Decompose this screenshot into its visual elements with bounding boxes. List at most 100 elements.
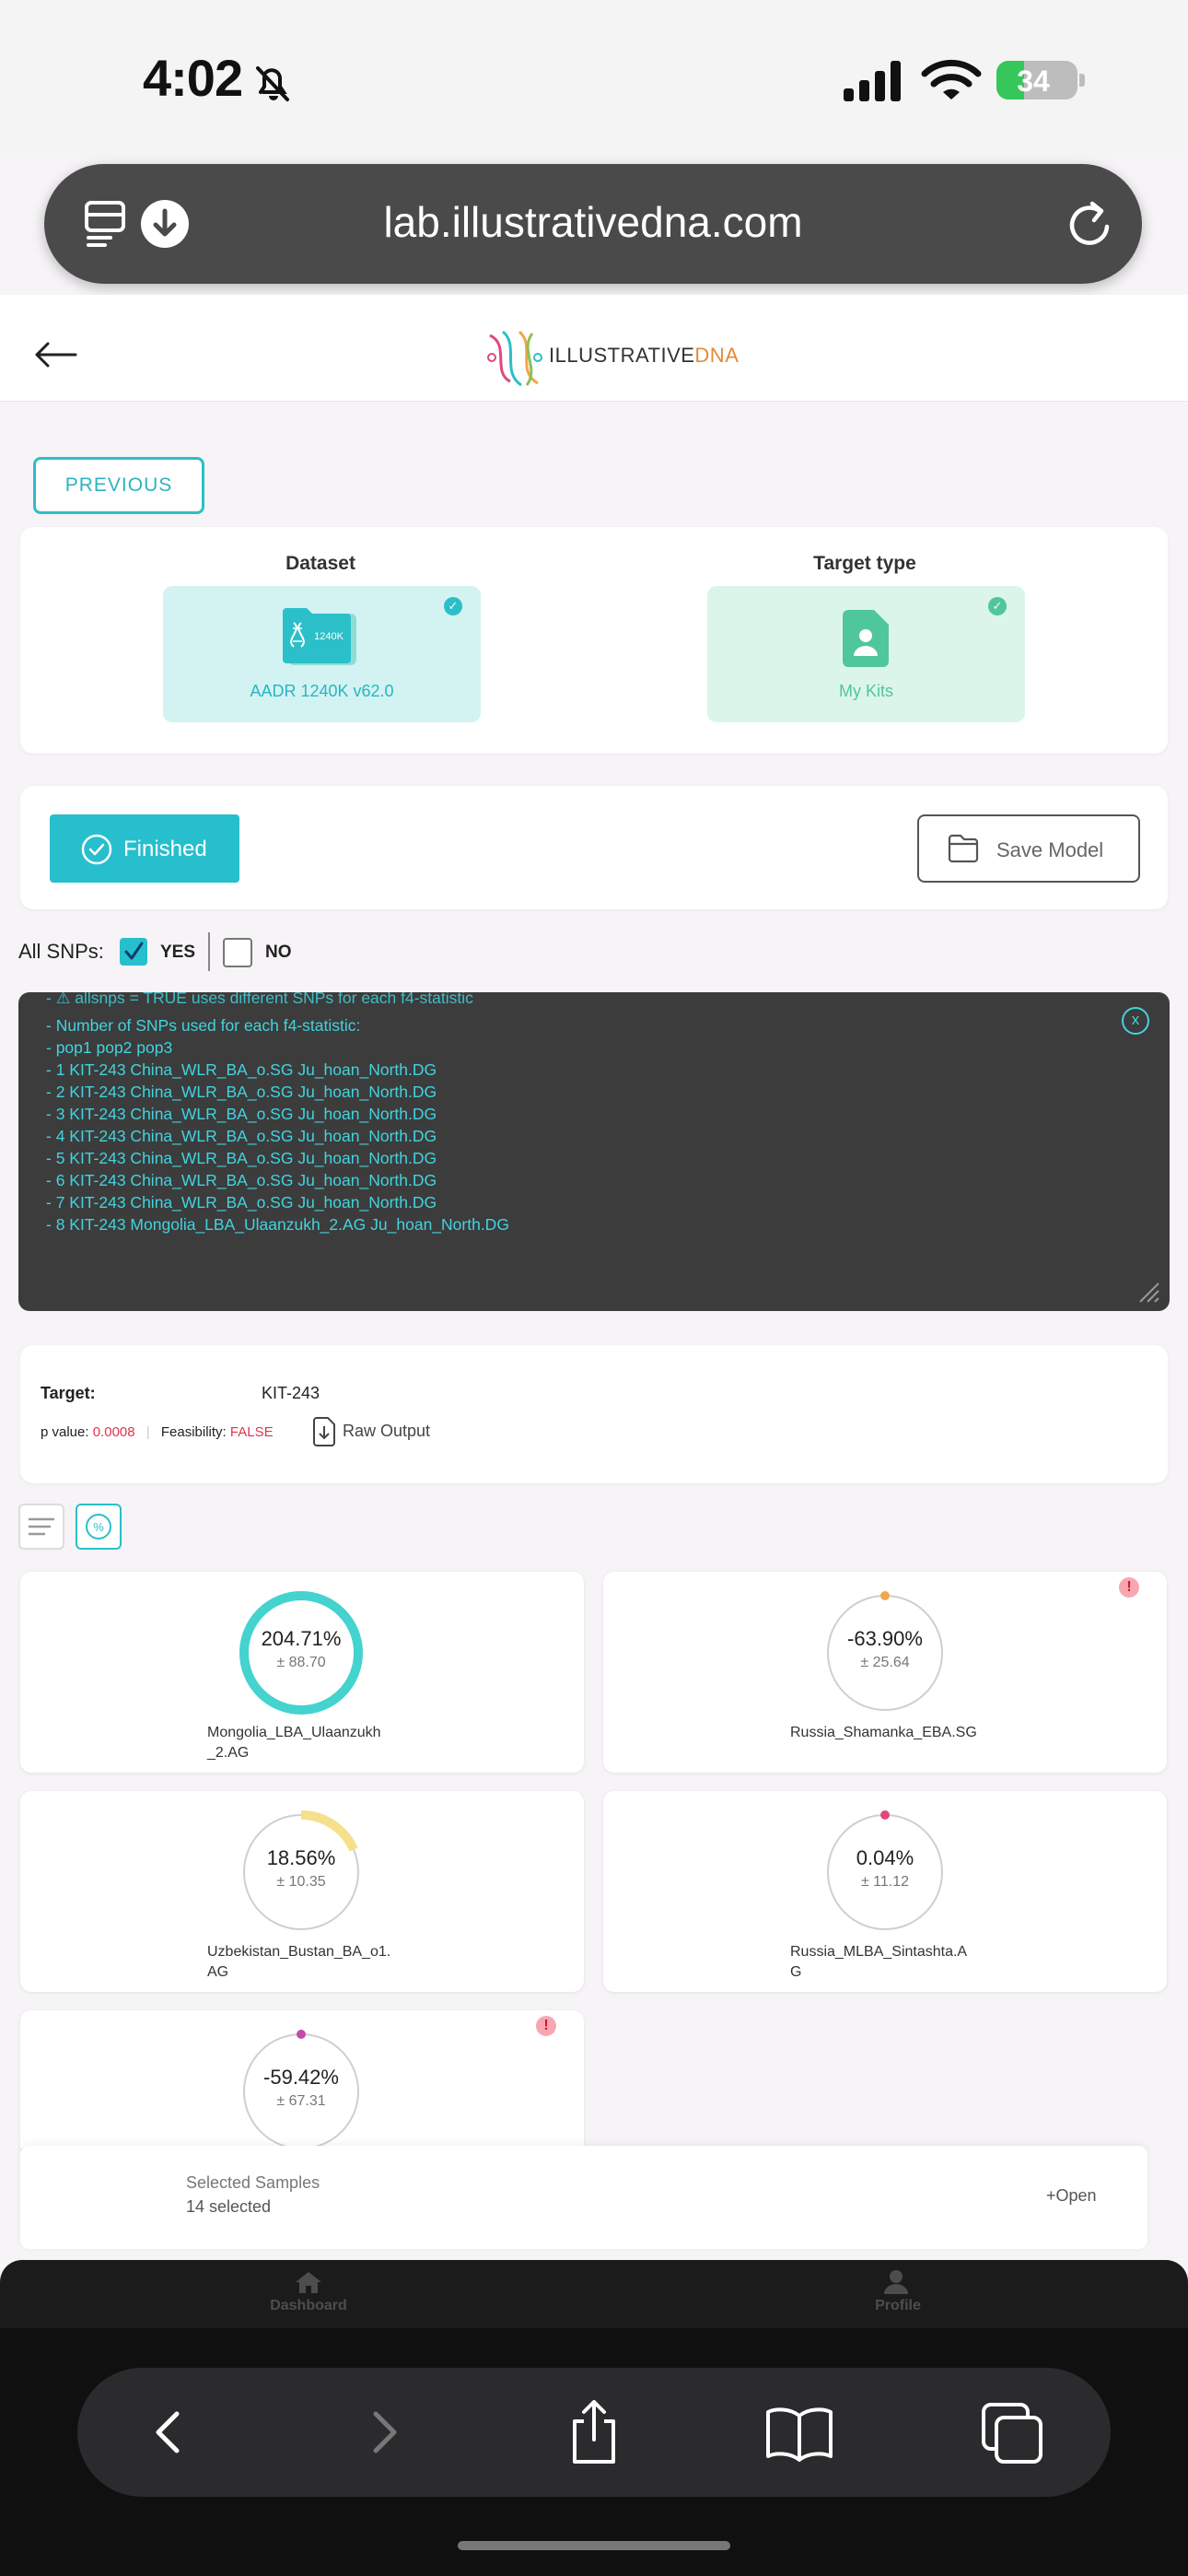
population-card[interactable]: ! -63.90% ± 25.64 Russia_Shamanka_EBA.SG	[603, 1572, 1167, 1773]
logo-text: ILLUSTRATIVEDNA	[549, 344, 739, 368]
check-icon: ✓	[988, 597, 1007, 615]
forward-chevron-icon[interactable]	[355, 2405, 411, 2460]
nav-profile[interactable]: Profile	[838, 2269, 958, 2314]
log-line: - 7 KIT-243 China_WLR_BA_o.SG Ju_hoan_No…	[46, 1193, 437, 1212]
population-name: Uzbekistan_Bustan_BA_o1. AG	[207, 1942, 428, 1983]
snps-no-checkbox[interactable]	[223, 938, 252, 967]
population-card[interactable]: ! -59.42% ± 67.31	[20, 2010, 584, 2149]
population-card[interactable]: 204.71% ± 88.70 Mongolia_LBA_Ulaanzukh _…	[20, 1572, 584, 1773]
back-chevron-icon[interactable]	[142, 2405, 197, 2460]
nav-dashboard[interactable]: Dashboard	[249, 2269, 368, 2314]
ring-track	[827, 1814, 943, 1930]
url-text[interactable]: lab.illustrativedna.com	[44, 197, 1142, 247]
nav-profile-label: Profile	[875, 2298, 921, 2313]
proportion-ring	[239, 1591, 363, 1715]
target-label: Target:	[41, 1384, 96, 1402]
list-icon	[29, 1517, 54, 1536]
log-line: - 2 KIT-243 China_WLR_BA_o.SG Ju_hoan_No…	[46, 1083, 437, 1101]
proportion-value: 0.04%	[856, 1846, 914, 1869]
clock: 4:02	[143, 49, 243, 107]
close-console-button[interactable]: x	[1122, 1007, 1149, 1035]
dataset-option[interactable]: ✓ 1240K AADR 1240K v62.0	[163, 586, 481, 722]
home-icon	[296, 2272, 321, 2293]
save-model-button[interactable]: Save Model	[917, 814, 1140, 883]
population-name: Russia_MLBA_Sintashta.A G	[790, 1942, 1011, 1983]
log-line: - 5 KIT-243 China_WLR_BA_o.SG Ju_hoan_No…	[46, 1149, 437, 1167]
population-name-line: _2.AG	[207, 1745, 250, 1761]
previous-button[interactable]: PREVIOUS	[33, 457, 204, 514]
snps-yes-checkbox[interactable]	[120, 938, 147, 966]
bookmarks-icon[interactable]	[764, 2405, 834, 2462]
population-name-line: G	[790, 1964, 802, 1980]
folder-icon-text: 1240K	[314, 631, 344, 642]
status-bar: 4:02 34	[0, 0, 1188, 157]
wifi-icon	[921, 59, 982, 100]
tabs-icon[interactable]	[980, 2401, 1046, 2465]
ring-track	[827, 1595, 943, 1711]
proportion-error: ± 25.64	[860, 1655, 910, 1670]
warning-icon: !	[536, 2016, 556, 2036]
result-card: Target: KIT-243 p value: 0.0008 | Feasib…	[20, 1345, 1168, 1483]
reload-icon[interactable]	[1065, 197, 1116, 251]
ring-fill	[300, 1810, 358, 1852]
warning-icon: !	[1119, 1577, 1139, 1598]
population-card[interactable]: 18.56% ± 10.35 Uzbekistan_Bustan_BA_o1. …	[20, 1791, 584, 1992]
log-line: - 3 KIT-243 China_WLR_BA_o.SG Ju_hoan_No…	[46, 1105, 437, 1123]
ring-fill	[239, 1591, 363, 1715]
save-model-label: Save Model	[996, 838, 1104, 861]
console-output[interactable]: x - ⚠ allsnps = TRUE uses different SNPs…	[18, 992, 1170, 1311]
logo-accent-text: DNA	[694, 344, 740, 367]
raw-output-button[interactable]: Raw Output	[311, 1417, 430, 1446]
p-value-label: p value:	[41, 1424, 89, 1440]
back-arrow-icon[interactable]	[33, 341, 79, 369]
proportion-ring	[243, 1810, 359, 1930]
divider	[208, 932, 210, 971]
home-indicator	[458, 2541, 730, 2550]
population-card[interactable]: 0.04% ± 11.12 Russia_MLBA_Sintashta.A G	[603, 1791, 1167, 1992]
p-value-row: p value: 0.0008 | Feasibility: FALSE	[41, 1424, 274, 1440]
log-line: - 1 KIT-243 China_WLR_BA_o.SG Ju_hoan_No…	[46, 1060, 437, 1079]
logo-main-text: ILLUSTRATIVE	[549, 344, 695, 367]
snps-yes-label: YES	[160, 943, 196, 962]
bottom-nav: Dashboard Profile	[0, 2260, 1188, 2328]
app-header: ILLUSTRATIVEDNA	[0, 295, 1188, 402]
selected-samples-count: 14 selected	[186, 2197, 272, 2216]
user-file-icon	[843, 610, 889, 667]
percent-view-toggle[interactable]: %	[76, 1504, 122, 1550]
cellular-signal-icon	[844, 61, 901, 101]
proportion-error: ± 67.31	[276, 2093, 326, 2109]
all-snps-label: All SNPs:	[18, 940, 104, 963]
population-name-line: Russia_MLBA_Sintashta.A	[790, 1944, 968, 1960]
log-line: - pop1 pop2 pop3	[46, 1038, 173, 1057]
address-bar[interactable]: lab.illustrativedna.com	[44, 164, 1142, 284]
proportion-ring	[243, 2030, 359, 2149]
resize-handle-icon[interactable]	[1136, 1280, 1160, 1304]
download-file-icon	[313, 1417, 335, 1446]
population-name: Russia_Shamanka_EBA.SG	[790, 1723, 1011, 1743]
proportion-error: ± 88.70	[276, 1655, 326, 1670]
browser-toolbar-pill	[77, 2368, 1111, 2497]
check-circle-icon	[81, 834, 112, 865]
share-icon[interactable]	[562, 2397, 626, 2467]
battery-cap	[1079, 74, 1085, 87]
percent-icon-text: %	[93, 1520, 104, 1534]
folder-dna-icon: 1240K	[283, 608, 356, 665]
proportion-ring	[827, 1591, 943, 1711]
log-line: - 6 KIT-243 China_WLR_BA_o.SG Ju_hoan_No…	[46, 1171, 437, 1189]
finished-button[interactable]: Finished	[50, 814, 239, 883]
user-icon	[884, 2270, 908, 2294]
logo-icon	[487, 330, 542, 387]
open-samples-button[interactable]: +Open	[1046, 2186, 1097, 2206]
raw-output-label: Raw Output	[343, 1421, 431, 1440]
ring-marker	[880, 1591, 890, 1600]
checkmark-icon	[124, 942, 144, 960]
log-line: - ⚠ allsnps = TRUE uses different SNPs f…	[46, 992, 473, 1007]
target-type-option[interactable]: ✓ My Kits	[707, 586, 1025, 722]
percent-circle-icon: %	[86, 1514, 111, 1540]
population-name-line: Uzbekistan_Bustan_BA_o1.	[207, 1944, 391, 1960]
proportion-value: -59.42%	[263, 2066, 339, 2089]
list-view-toggle[interactable]	[18, 1504, 64, 1550]
ring-marker	[297, 2030, 306, 2039]
bell-slash-icon	[256, 66, 289, 101]
feasibility-label: Feasibility:	[160, 1424, 227, 1440]
